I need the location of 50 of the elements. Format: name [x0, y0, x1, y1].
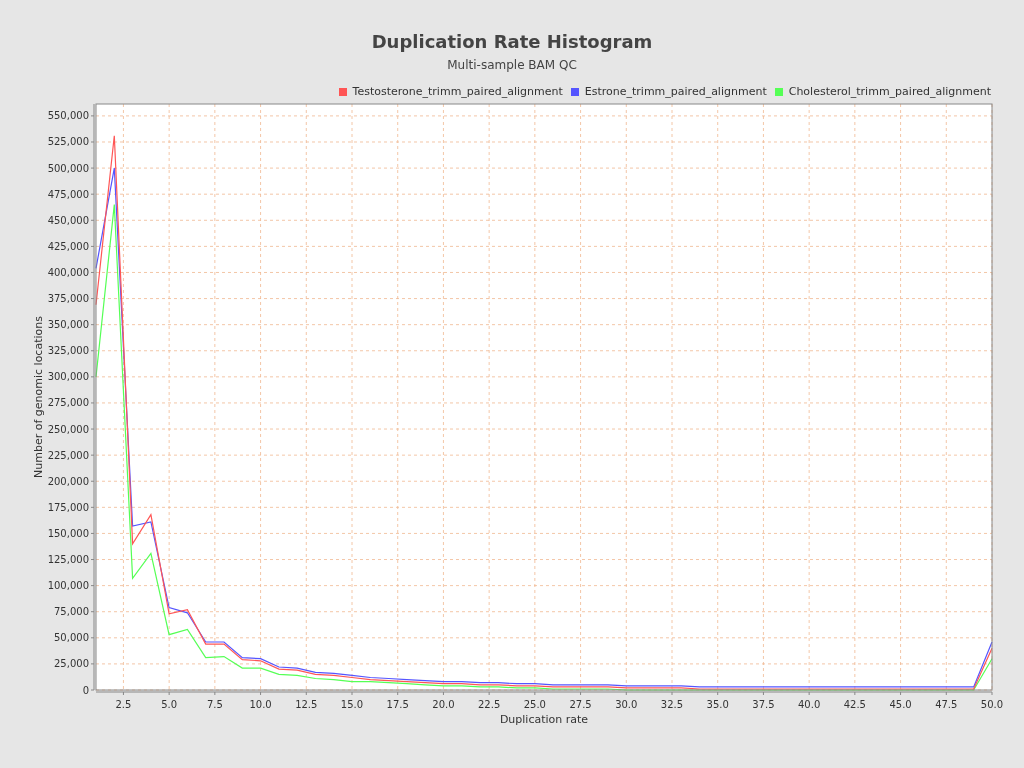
axis-tick-label: 22.5 — [478, 699, 501, 710]
axis-tick-label: 225,000 — [47, 449, 89, 461]
legend-label: Cholesterol_trimm_paired_alignment — [788, 85, 991, 99]
axis-tick-label: 47.5 — [935, 699, 958, 710]
axis-tick-label: 10.0 — [249, 699, 272, 710]
axis-tick-label: 40.0 — [798, 699, 821, 710]
axis-tick-label: 425,000 — [47, 240, 89, 252]
axis-tick-label: 175,000 — [47, 501, 89, 513]
axis-tick-label: 125,000 — [47, 554, 89, 565]
axis-tick-label: 30.0 — [615, 699, 638, 710]
axis-tick-label: 12.5 — [295, 699, 318, 710]
axis-tick-label: 5.0 — [161, 699, 178, 710]
axis-tick-label: 20.0 — [432, 699, 455, 710]
axis-tick-label: 37.5 — [752, 699, 775, 710]
axis-tick-label: 100,000 — [47, 580, 89, 592]
axis-tick-label: 275,000 — [47, 397, 89, 409]
axis-tick-label: 250,000 — [47, 423, 89, 435]
x-axis-label: Duplication rate — [499, 713, 589, 726]
axis-tick-label: 375,000 — [47, 293, 89, 305]
axis-tick-label: 17.5 — [386, 699, 409, 710]
axis-tick-label: 550,000 — [47, 110, 89, 122]
axis-tick-label: 475,000 — [47, 188, 89, 200]
axis-tick-label: 75,000 — [54, 606, 89, 618]
chart-subtitle: Multi-sample BAM QC — [447, 58, 577, 72]
axis-tick-label: 2.5 — [115, 699, 132, 710]
axis-tick-label: 150,000 — [47, 527, 89, 539]
axis-tick-label: 15.0 — [340, 699, 364, 710]
axis-tick-label: 325,000 — [47, 345, 89, 357]
legend-label: Estrone_trimm_paired_alignment — [584, 85, 767, 99]
axis-tick-label: 27.5 — [569, 699, 592, 710]
axis-tick-label: 400,000 — [47, 266, 89, 278]
axis-tick-label: 0 — [82, 684, 89, 696]
chart-title: Duplication Rate Histogram — [371, 31, 653, 53]
axis-tick-label: 300,000 — [47, 371, 89, 383]
axis-tick-label: 42.5 — [843, 699, 866, 710]
axis-tick-label: 350,000 — [47, 319, 89, 331]
y-axis-label: Number of genomic locations — [32, 316, 45, 478]
legend-label: Testosterone_trimm_paired_alignment — [352, 85, 563, 99]
axis-tick-label: 25,000 — [54, 658, 89, 670]
axis-tick-label: 25.0 — [523, 699, 546, 710]
axis-tick-label: 45.0 — [889, 699, 912, 710]
axis-tick-label: 525,000 — [47, 136, 89, 148]
axis-tick-label: 7.5 — [206, 699, 223, 710]
axis-tick-label: 32.5 — [660, 699, 684, 710]
axis-tick-label: 50,000 — [54, 632, 89, 644]
axis-tick-label: 500,000 — [47, 162, 89, 174]
axis-tick-label: 450,000 — [47, 214, 89, 226]
axis-tick-label: 35.0 — [706, 699, 729, 710]
axis-tick-label: 200,000 — [47, 475, 89, 487]
axis-tick-label: 50.0 — [980, 699, 1004, 710]
